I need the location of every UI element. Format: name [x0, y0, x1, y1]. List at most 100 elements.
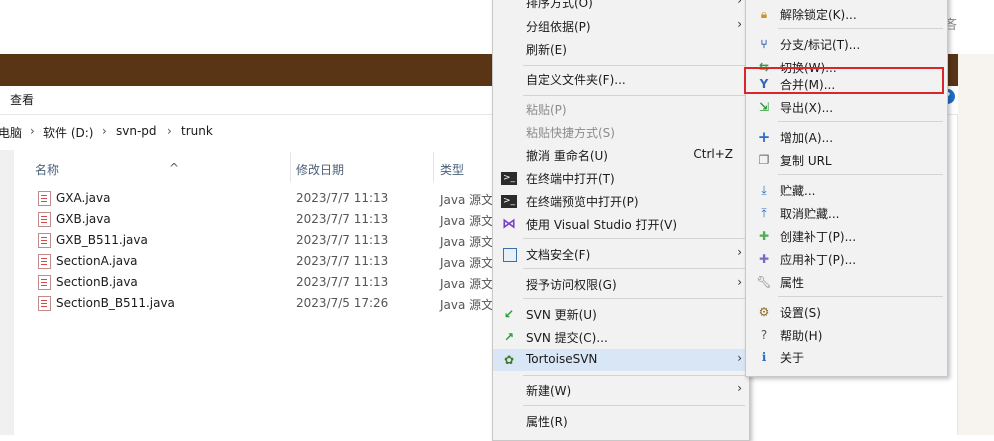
menu-item-label: 刷新(E): [526, 43, 567, 57]
menu-separator: [523, 238, 745, 239]
menu-item-label: 解除锁定(K)...: [780, 8, 857, 22]
menu-item-paste[interactable]: 粘贴(P): [493, 98, 749, 120]
chevron-right-icon: ›: [737, 351, 742, 365]
menu-item-sort-by[interactable]: 排序方式(O) ›: [493, 0, 749, 13]
menu-item-undo-rename[interactable]: 撤消 重命名(U) Ctrl+Z: [493, 144, 749, 166]
menu-item-branch-tag[interactable]: ⑂ 分支/标记(T)...: [746, 33, 947, 55]
breadcrumb-item-svn-pd[interactable]: svn-pd: [116, 124, 157, 138]
menu-item-about[interactable]: ℹ 关于: [746, 346, 947, 368]
menu-separator: [778, 174, 943, 175]
tortoisesvn-submenu: 🔒︎ 解除锁定(K)... ⑂ 分支/标记(T)... ⇆ 切换(W)... Y…: [745, 0, 948, 377]
merge-highlight-box: [744, 67, 944, 94]
svn-update-icon: ↙: [503, 307, 515, 321]
menu-separator: [778, 121, 943, 122]
background-area: [958, 54, 994, 435]
tortoisesvn-icon: ✿: [503, 353, 515, 367]
file-name: SectionB_B511.java: [56, 296, 175, 310]
menu-item-label: 分组依据(P): [526, 20, 591, 34]
menu-item-help[interactable]: ? 帮助(H): [746, 324, 947, 346]
menu-item-unlock[interactable]: 🔒︎ 解除锁定(K)...: [746, 3, 947, 25]
patch-icon: ✚: [758, 229, 770, 243]
menu-item-label: 自定义文件夹(F)...: [526, 73, 626, 87]
file-row[interactable]: SectionB.java 2023/7/7 11:13 Java 源文: [14, 272, 494, 293]
menu-item-create-patch[interactable]: ✚ 创建补丁(P)...: [746, 225, 947, 247]
file-date: 2023/7/5 17:26: [296, 296, 389, 310]
menu-item-properties[interactable]: 属性(R): [493, 410, 749, 432]
navigation-pane-edge: [0, 150, 14, 435]
menu-item-document-security[interactable]: 文档安全(F) ›: [493, 243, 749, 265]
shelve-icon: ⤓: [761, 183, 767, 197]
chevron-right-icon: ›: [102, 124, 107, 138]
java-file-icon: [38, 275, 51, 290]
file-row[interactable]: GXB_B511.java 2023/7/7 11:13 Java 源文: [14, 230, 494, 251]
menu-item-tortoisesvn[interactable]: ✿ TortoiseSVN ›: [493, 349, 749, 371]
menu-view[interactable]: 查看: [10, 91, 34, 108]
menu-item-label: 创建补丁(P)...: [780, 230, 857, 244]
menu-item-paste-shortcut[interactable]: 粘贴快捷方式(S): [493, 121, 749, 143]
chevron-right-icon: ›: [30, 124, 35, 138]
info-icon: ℹ: [761, 350, 767, 364]
menu-item-label: 取消贮藏...: [780, 207, 840, 221]
menu-item-label: SVN 提交(C)...: [526, 331, 608, 345]
menu-item-apply-patch[interactable]: ✚ 应用补丁(P)...: [746, 248, 947, 270]
document-security-icon: [503, 248, 517, 262]
menu-item-svn-commit[interactable]: ↗ SVN 提交(C)...: [493, 326, 749, 348]
menu-item-refresh[interactable]: 刷新(E): [493, 38, 749, 60]
file-type: Java 源文: [440, 298, 494, 312]
menu-item-settings[interactable]: ⚙ 设置(S): [746, 301, 947, 323]
menu-item-properties[interactable]: 🔧︎ 属性: [746, 271, 947, 293]
file-type: Java 源文: [440, 256, 494, 270]
column-divider[interactable]: [433, 152, 434, 182]
menu-item-label: 粘贴(P): [526, 103, 567, 117]
chevron-right-icon: ›: [737, 245, 742, 259]
file-row[interactable]: GXB.java 2023/7/7 11:13 Java 源文: [14, 209, 494, 230]
menu-item-label: 授予访问权限(G): [526, 278, 617, 292]
file-row[interactable]: GXA.java 2023/7/7 11:13 Java 源文: [14, 188, 494, 209]
file-date: 2023/7/7 11:13: [296, 254, 389, 268]
menu-item-open-visual-studio[interactable]: ⋈ 使用 Visual Studio 打开(V): [493, 213, 749, 235]
java-file-icon: [38, 254, 51, 269]
visual-studio-icon: ⋈: [502, 216, 516, 232]
breadcrumb-item-computer[interactable]: 电脑: [0, 124, 22, 141]
terminal-preview-icon: >_: [501, 195, 517, 208]
terminal-icon: >_: [501, 172, 517, 185]
menu-item-group-by[interactable]: 分组依据(P) ›: [493, 15, 749, 37]
menu-item-new[interactable]: 新建(W) ›: [493, 379, 749, 401]
menu-item-export[interactable]: ⇲ 导出(X)...: [746, 96, 947, 118]
file-row[interactable]: SectionA.java 2023/7/7 11:13 Java 源文: [14, 251, 494, 272]
file-type: Java 源文: [440, 193, 494, 207]
menu-item-label: 排序方式(O): [526, 0, 593, 10]
file-type: Java 源文: [440, 277, 494, 291]
menu-item-shelve[interactable]: ⤓ 贮藏...: [746, 179, 947, 201]
menu-item-label: 分支/标记(T)...: [780, 38, 861, 52]
column-header-date[interactable]: 修改日期: [296, 161, 344, 178]
menu-item-label: 在终端预览中打开(P): [526, 195, 639, 209]
chevron-right-icon: ›: [737, 275, 742, 289]
menu-item-add[interactable]: + 增加(A)...: [746, 126, 947, 148]
column-header-type[interactable]: 类型: [440, 161, 464, 178]
column-divider[interactable]: [290, 152, 291, 182]
file-name: GXB_B511.java: [56, 233, 148, 247]
menu-item-open-terminal[interactable]: >_ 在终端中打开(T): [493, 167, 749, 189]
context-menu: 排序方式(O) › 分组依据(P) › 刷新(E) 自定义文件夹(F)... 粘…: [492, 0, 750, 441]
breadcrumb-item-drive[interactable]: 软件 (D:): [43, 124, 93, 141]
breadcrumb-item-trunk[interactable]: trunk: [181, 124, 213, 138]
menu-item-unshelve[interactable]: ⤒ 取消贮藏...: [746, 202, 947, 224]
chevron-right-icon: ›: [737, 17, 742, 31]
menu-item-label: 设置(S): [780, 306, 821, 320]
menu-item-svn-update[interactable]: ↙ SVN 更新(U): [493, 303, 749, 325]
java-file-icon: [38, 191, 51, 206]
file-name: GXA.java: [56, 191, 111, 205]
column-header-name[interactable]: 名称: [35, 161, 59, 178]
export-icon: ⇲: [758, 100, 770, 114]
file-date: 2023/7/7 11:13: [296, 233, 389, 247]
file-date: 2023/7/7 11:13: [296, 212, 389, 226]
menu-item-open-terminal-preview[interactable]: >_ 在终端预览中打开(P): [493, 190, 749, 212]
menu-item-label: 属性: [780, 276, 805, 290]
file-row[interactable]: SectionB_B511.java 2023/7/5 17:26 Java 源…: [14, 293, 494, 314]
add-icon: +: [757, 128, 771, 146]
file-name: SectionA.java: [56, 254, 138, 268]
menu-item-grant-access[interactable]: 授予访问权限(G) ›: [493, 273, 749, 295]
menu-item-copy-url[interactable]: ❐ 复制 URL: [746, 149, 947, 171]
menu-item-customize-folder[interactable]: 自定义文件夹(F)...: [493, 68, 749, 90]
